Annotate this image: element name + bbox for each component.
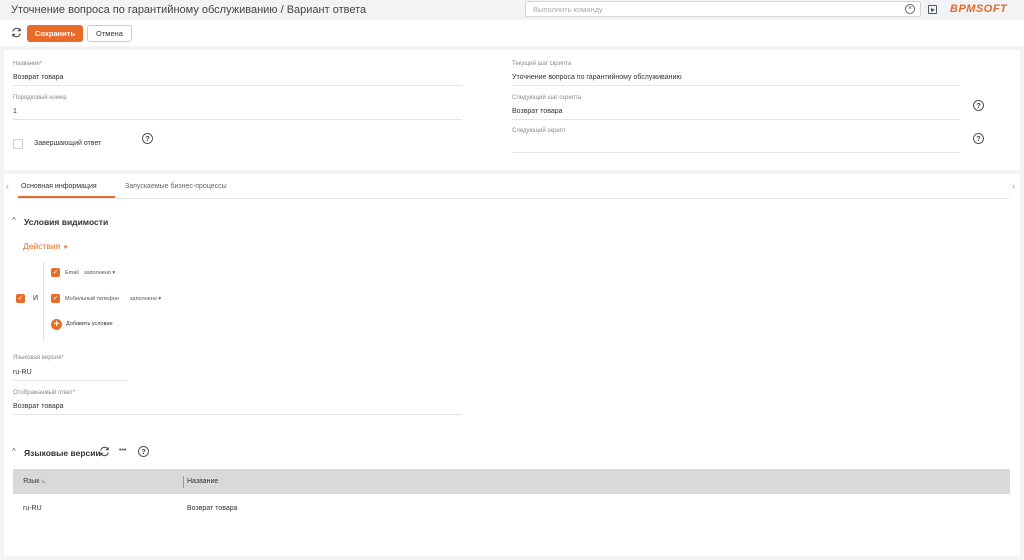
- chevron-up-icon[interactable]: ^: [12, 216, 16, 225]
- condition-field[interactable]: Мобильный телефон: [65, 296, 119, 302]
- logo: BPMSOFT: [950, 3, 1008, 15]
- condition-operator[interactable]: заполнено ▾: [84, 270, 115, 276]
- refresh-icon[interactable]: [11, 27, 22, 38]
- divider: [13, 119, 462, 120]
- lang-versions-title[interactable]: Языковые версии: [24, 448, 101, 458]
- divider: [13, 414, 462, 415]
- order-field[interactable]: 1: [13, 108, 17, 115]
- group-bracket: [43, 262, 44, 342]
- help-icon[interactable]: ?: [138, 446, 149, 457]
- final-answer-label: Завершающий ответ: [34, 140, 102, 147]
- more-options-icon[interactable]: •••: [119, 447, 126, 454]
- table-cell: Возврат товара: [187, 505, 238, 512]
- final-answer-checkbox[interactable]: [13, 139, 23, 149]
- lang-version-field[interactable]: ru-RU: [13, 369, 32, 376]
- help-icon[interactable]: ?: [973, 133, 984, 144]
- cancel-button[interactable]: Отмена: [87, 25, 132, 42]
- table-row[interactable]: [13, 496, 1010, 522]
- sort-icon: ⊾: [41, 479, 47, 485]
- divider: [512, 85, 960, 86]
- tabs-divider: [18, 198, 1010, 199]
- table-cell: ru-RU: [23, 505, 42, 512]
- page-title: Уточнение вопроса по гарантийному обслуж…: [11, 4, 367, 16]
- display-answer-field[interactable]: Возврат товара: [13, 403, 64, 410]
- save-button[interactable]: Сохранить: [27, 25, 83, 42]
- chevron-up-icon[interactable]: ^: [12, 447, 16, 456]
- current-step-label: Текущий шаг скрипта: [512, 61, 572, 67]
- tab-main-info[interactable]: Основная информация: [21, 183, 97, 190]
- name-field[interactable]: Возврат товара: [13, 74, 64, 81]
- run-command-icon[interactable]: [928, 5, 937, 14]
- divider: [512, 119, 960, 120]
- display-answer-label: Отображаемый ответ*: [13, 390, 76, 396]
- condition-checkbox[interactable]: ✓: [51, 294, 60, 303]
- active-tab-indicator: [18, 196, 115, 198]
- current-step-field: Уточнение вопроса по гарантийному обслуж…: [512, 74, 682, 81]
- name-label: Название*: [13, 61, 43, 67]
- divider: [13, 85, 462, 86]
- group-operator[interactable]: И: [33, 295, 38, 302]
- chevron-right-icon[interactable]: ›: [1012, 181, 1015, 191]
- order-label: Порядковый номер: [13, 95, 67, 101]
- lang-version-label: Языковая версия*: [13, 355, 64, 361]
- toolbar: [0, 20, 1024, 46]
- grid-header: [13, 469, 1010, 494]
- clear-icon[interactable]: ×: [905, 4, 915, 14]
- column-header-language[interactable]: Язык ⊾: [23, 478, 46, 485]
- next-step-field[interactable]: Возврат товара: [512, 108, 563, 115]
- add-condition-button[interactable]: Добавить условие: [66, 321, 113, 327]
- condition-operator[interactable]: заполнено ▾: [130, 296, 161, 302]
- tab-business-processes[interactable]: Запускаемые бизнес-процессы: [125, 183, 227, 190]
- condition-field[interactable]: Email: [65, 270, 79, 276]
- visibility-section-title[interactable]: Условия видимости: [24, 217, 108, 227]
- group-checkbox[interactable]: ✓: [16, 294, 25, 303]
- next-script-label: Следующий скрипт: [512, 128, 566, 134]
- chevron-left-icon[interactable]: ‹: [6, 181, 9, 191]
- column-separator[interactable]: [183, 476, 184, 488]
- divider: [512, 152, 960, 153]
- plus-icon[interactable]: +: [51, 319, 62, 330]
- divider: [13, 380, 128, 381]
- column-header-name[interactable]: Название: [187, 478, 218, 485]
- help-icon[interactable]: ?: [142, 133, 153, 144]
- actions-menu[interactable]: Действия ▼: [23, 241, 69, 251]
- command-line[interactable]: ×: [525, 1, 921, 17]
- refresh-icon[interactable]: [99, 446, 110, 457]
- caret-down-icon: ▼: [62, 245, 69, 251]
- command-input[interactable]: [533, 4, 893, 15]
- help-icon[interactable]: ?: [973, 100, 984, 111]
- condition-checkbox[interactable]: ✓: [51, 268, 60, 277]
- next-step-label: Следующий шаг скрипта: [512, 95, 581, 101]
